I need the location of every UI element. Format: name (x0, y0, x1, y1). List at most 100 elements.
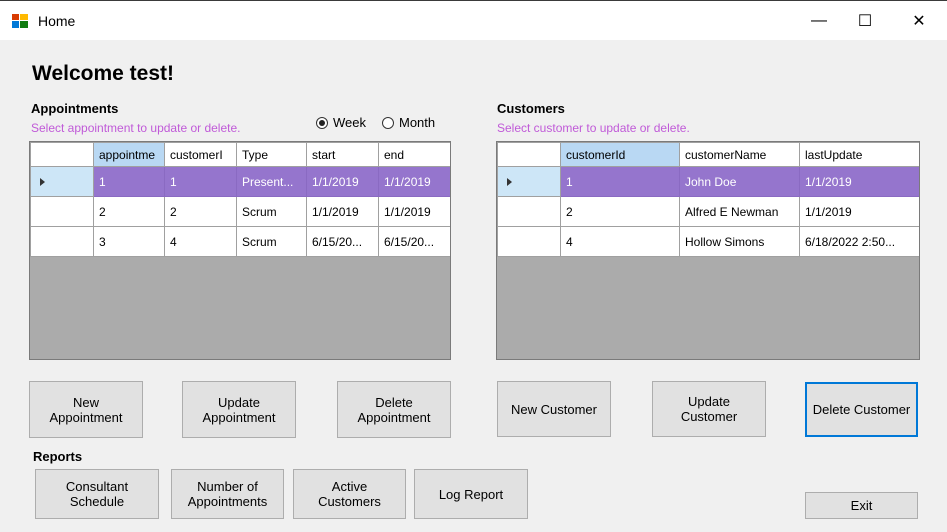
row-selector[interactable] (30, 196, 94, 227)
log-report-button[interactable]: Log Report (414, 469, 528, 519)
reports-title: Reports (33, 449, 83, 464)
minimize-icon: — (811, 12, 827, 29)
table-cell[interactable]: 1 (164, 166, 237, 197)
button-label-line: Delete (375, 394, 413, 410)
button-label-line: Active (331, 479, 368, 494)
consultant-schedule-button[interactable]: Consultant Schedule (35, 469, 159, 519)
table-row[interactable]: 2 Alfred E Newman 1/1/2019 (497, 196, 919, 227)
column-header[interactable]: customerName (679, 142, 800, 167)
column-header[interactable]: start (306, 142, 379, 167)
row-header-corner (30, 142, 94, 167)
button-label: Exit (850, 498, 873, 513)
table-cell[interactable]: Scrum (236, 196, 307, 227)
customers-hint: Select customer to update or delete. (497, 121, 690, 135)
table-cell[interactable]: 1 (560, 166, 680, 197)
appointments-grid[interactable]: appointme customerI Type start end 1 1 P… (29, 141, 451, 360)
number-of-appointments-button[interactable]: Number of Appointments (171, 469, 284, 519)
exit-button[interactable]: Exit (805, 492, 918, 519)
button-label-line: Update (218, 394, 260, 410)
month-radio[interactable]: Month (382, 115, 435, 130)
button-label-line: Schedule (69, 494, 125, 509)
new-appointment-button[interactable]: New Appointment (29, 381, 143, 438)
week-radio[interactable]: Week (316, 115, 366, 130)
customers-title: Customers (497, 101, 565, 116)
new-customer-button[interactable]: New Customer (497, 381, 611, 437)
week-radio-indicator[interactable] (316, 116, 328, 129)
delete-appointment-button[interactable]: Delete Appointment (337, 381, 451, 438)
table-cell[interactable]: Hollow Simons (679, 226, 800, 257)
close-icon: ✕ (912, 13, 926, 30)
table-cell[interactable]: 1/1/2019 (799, 196, 919, 227)
table-cell[interactable]: 3 (93, 226, 165, 257)
app-icon (12, 14, 28, 28)
table-cell[interactable]: 1/1/2019 (306, 196, 379, 227)
row-selector[interactable] (30, 166, 94, 197)
table-cell[interactable]: Alfred E Newman (679, 196, 800, 227)
maximize-icon: ☐ (857, 13, 873, 30)
customers-grid[interactable]: customerId customerName lastUpdate 1 Joh… (496, 141, 920, 360)
table-cell[interactable]: 1/1/2019 (378, 196, 450, 227)
active-customers-button[interactable]: Active Customers (293, 469, 406, 519)
button-label: Log Report (438, 486, 504, 502)
button-label-line: Appointment (202, 409, 276, 425)
month-radio-indicator[interactable] (382, 116, 394, 129)
title-bar: Home — ☐ ✕ (0, 0, 947, 40)
current-row-arrow-icon (507, 177, 512, 186)
welcome-heading: Welcome test! (32, 62, 174, 85)
table-cell[interactable]: Present... (236, 166, 307, 197)
table-cell[interactable]: 1 (93, 166, 165, 197)
table-cell[interactable]: 4 (164, 226, 237, 257)
table-cell[interactable]: 2 (164, 196, 237, 227)
maximize-button[interactable]: ☐ (842, 1, 888, 41)
table-cell[interactable]: 2 (93, 196, 165, 227)
table-cell[interactable]: 1/1/2019 (306, 166, 379, 197)
button-label-line: Appointment (357, 409, 431, 425)
table-cell[interactable]: 6/15/20... (306, 226, 379, 257)
button-label-line: Customers (318, 494, 381, 509)
column-header[interactable]: end (378, 142, 450, 167)
month-radio-label: Month (399, 115, 436, 130)
button-label-line: Customer (680, 409, 738, 424)
button-label-line: Appointment (49, 409, 123, 425)
delete-customer-button[interactable]: Delete Customer (805, 382, 918, 437)
current-row-arrow-icon (40, 177, 45, 186)
minimize-button[interactable]: — (796, 1, 842, 41)
table-cell[interactable]: Scrum (236, 226, 307, 257)
column-header[interactable]: customerI (164, 142, 237, 167)
column-header[interactable]: Type (236, 142, 307, 167)
appointments-title: Appointments (31, 101, 119, 116)
table-cell[interactable]: 1/1/2019 (799, 166, 919, 197)
table-row[interactable]: 2 2 Scrum 1/1/2019 1/1/2019 (30, 196, 450, 227)
row-selector[interactable] (497, 166, 561, 197)
table-cell[interactable]: 6/18/2022 2:50... (799, 226, 919, 257)
table-cell[interactable]: 2 (560, 196, 680, 227)
row-selector[interactable] (497, 196, 561, 227)
row-selector[interactable] (497, 226, 561, 257)
table-cell[interactable]: John Doe (679, 166, 800, 197)
table-row[interactable]: 3 4 Scrum 6/15/20... 6/15/20... (30, 226, 450, 257)
table-row[interactable]: 1 John Doe 1/1/2019 (497, 166, 919, 197)
table-row[interactable]: 1 1 Present... 1/1/2019 1/1/2019 (30, 166, 450, 197)
table-row[interactable]: 4 Hollow Simons 6/18/2022 2:50... (497, 226, 919, 257)
button-label: Delete Customer (812, 402, 911, 417)
button-label-line: Appointments (187, 494, 268, 509)
button-label: New Customer (511, 401, 597, 417)
button-label-line: Update (688, 394, 730, 409)
row-selector[interactable] (30, 226, 94, 257)
table-cell[interactable]: 6/15/20... (378, 226, 450, 257)
button-label-line: Number of (197, 479, 258, 494)
appointments-hint: Select appointment to update or delete. (31, 121, 241, 135)
close-button[interactable]: ✕ (896, 1, 942, 41)
column-header[interactable]: appointme (93, 142, 165, 167)
table-cell[interactable]: 1/1/2019 (378, 166, 450, 197)
update-appointment-button[interactable]: Update Appointment (182, 381, 296, 438)
table-cell[interactable]: 4 (560, 226, 680, 257)
button-label-line: Consultant (65, 479, 129, 494)
update-customer-button[interactable]: Update Customer (652, 381, 766, 437)
column-header[interactable]: customerId (560, 142, 680, 167)
button-label-line: New (72, 394, 99, 410)
window-title: Home (38, 13, 76, 29)
week-radio-label: Week (333, 115, 366, 130)
row-header-corner (497, 142, 561, 167)
column-header[interactable]: lastUpdate (799, 142, 919, 167)
